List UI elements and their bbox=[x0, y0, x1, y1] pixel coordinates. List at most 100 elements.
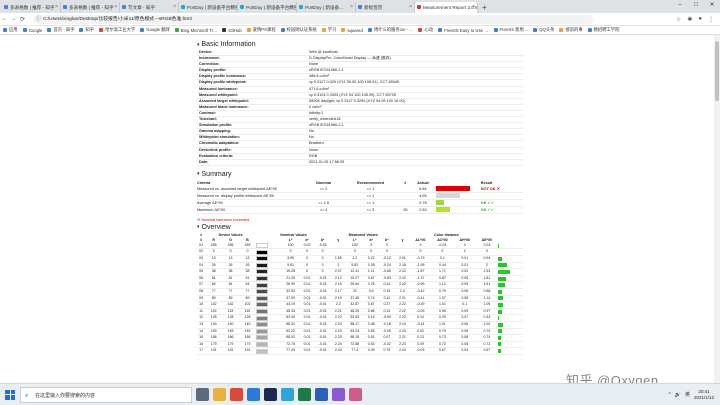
close-tab-icon[interactable]: × bbox=[409, 2, 412, 13]
overview-bar-cell bbox=[497, 295, 523, 303]
bookmark-item[interactable]: Google 翻译 bbox=[140, 27, 170, 33]
overview-cell: 0 bbox=[431, 248, 454, 256]
bookmark-item[interactable]: 知乎 bbox=[79, 27, 94, 33]
vertical-scrollbar[interactable] bbox=[714, 35, 720, 383]
close-tab-icon[interactable]: × bbox=[173, 2, 176, 13]
bookmark-item[interactable]: 心动 bbox=[418, 27, 433, 33]
tray-expand-icon[interactable]: ^ bbox=[668, 392, 670, 398]
overview-cell: -0.01 bbox=[314, 301, 332, 309]
taskbar-search-input[interactable]: ⌕ 在这里输入你要搜索的内容 bbox=[20, 386, 192, 403]
bookmark-item[interactable]: 学习 bbox=[321, 27, 336, 33]
chrome-icon[interactable] bbox=[230, 388, 243, 401]
browser-tab[interactable]: PortDuy | 新设备平台精密到…× bbox=[238, 2, 297, 13]
file-explorer-icon[interactable] bbox=[213, 388, 226, 401]
bookmark-item[interactable]: 校园网认证系统 bbox=[280, 27, 317, 33]
extensions-icon[interactable]: ✱ bbox=[687, 16, 692, 23]
app-icon[interactable] bbox=[332, 388, 345, 401]
overview-bar-cell bbox=[497, 262, 523, 270]
close-tab-icon[interactable]: × bbox=[350, 2, 353, 13]
overview-row: 11 115 115 115 48.34 0.01 -0.01 2.21 48.25 0.66 0.… bbox=[197, 308, 523, 316]
bookmark-item[interactable]: Bing Microsoft Tr… bbox=[174, 27, 218, 33]
task-view-icon[interactable] bbox=[196, 388, 209, 401]
overview-cell: 179 bbox=[205, 341, 223, 349]
forward-button[interactable]: → bbox=[9, 16, 18, 22]
maximize-button[interactable]: □ bbox=[688, 0, 704, 11]
overview-cell: 2.21 bbox=[395, 334, 410, 342]
bookmark-label: Bing Microsoft Tr… bbox=[180, 27, 218, 33]
summary-heading[interactable]: ▾ Summary bbox=[197, 171, 523, 178]
browser-tab[interactable]: PortDuy | 新设备… × bbox=[297, 2, 356, 13]
minimize-button[interactable]: – bbox=[672, 0, 688, 11]
close-tab-icon[interactable]: × bbox=[114, 2, 117, 13]
bookmark-item[interactable]: 爱情PS课程 bbox=[246, 27, 276, 33]
overview-cell: -0.02 bbox=[378, 341, 396, 349]
app-icon[interactable] bbox=[349, 388, 362, 401]
edge-icon[interactable] bbox=[281, 388, 294, 401]
close-tab-icon[interactable]: × bbox=[291, 2, 294, 13]
profile-icon[interactable]: ● bbox=[698, 16, 702, 23]
color-swatch bbox=[255, 282, 268, 288]
bookmark-item[interactable]: 哈尔滨工业大学 bbox=[99, 27, 135, 33]
bookmark-item[interactable]: 博什么的服务ion - … bbox=[367, 27, 413, 33]
bookmark-item[interactable]: QQ头条 bbox=[533, 27, 554, 33]
overview-cell: 0.1 bbox=[453, 301, 476, 309]
browser-tab[interactable]: Measurement Report 3.0.6.1 × bbox=[415, 2, 478, 13]
star-icon[interactable]: ☆ bbox=[676, 16, 681, 23]
browser-tab[interactable]: 多表格数 | 推荐 - 知乎 × bbox=[2, 2, 61, 13]
menu-icon[interactable]: ⋮ bbox=[708, 16, 714, 23]
summary-result: OK ✓✓ bbox=[480, 206, 523, 214]
overview-cell: 5.82 bbox=[345, 262, 365, 270]
overview-cell: 0.01 bbox=[299, 281, 315, 289]
tab-favicon-icon bbox=[299, 5, 303, 9]
overview-cell: -0.42 bbox=[409, 288, 432, 296]
bookmark-item[interactable]: Google bbox=[22, 28, 42, 33]
new-tab-button[interactable]: + bbox=[478, 2, 491, 13]
word-icon[interactable] bbox=[315, 388, 328, 401]
browser-tab[interactable]: 新标签页 × bbox=[356, 2, 415, 13]
delta-e-bar bbox=[497, 289, 502, 294]
overview-cell: 0.67 bbox=[364, 301, 379, 309]
scrollbar-thumb[interactable] bbox=[715, 41, 719, 101]
bookmark-item[interactable]: 接前的事 bbox=[559, 27, 583, 33]
overview-cell: 0.79 bbox=[378, 347, 396, 355]
overview-cell: 08 bbox=[197, 288, 206, 296]
overview-cell: 0.72 bbox=[431, 341, 454, 349]
excel-icon[interactable] bbox=[298, 388, 311, 401]
overview-cell: 0 bbox=[314, 255, 332, 263]
address-input[interactable]: ⓘ C:/Users/xinglue/Desktop/比较报告/小米11/原色模… bbox=[33, 14, 593, 24]
mail-icon[interactable] bbox=[247, 388, 260, 401]
overview-cell: 1.65 bbox=[331, 255, 346, 263]
bookmark-item[interactable]: GitHub bbox=[222, 28, 242, 33]
basic-info-heading[interactable]: ▾ Basic Information bbox=[197, 41, 523, 48]
summary-bar-cell bbox=[435, 192, 481, 200]
overview-swatch-cell bbox=[255, 328, 282, 336]
overview-cell: 153 bbox=[222, 328, 239, 336]
volume-icon[interactable]: 🔊 bbox=[675, 392, 681, 398]
close-tab-icon[interactable]: × bbox=[472, 2, 475, 13]
windows-start-icon[interactable] bbox=[3, 388, 17, 402]
close-tab-icon[interactable]: × bbox=[232, 2, 235, 13]
bookmark-item[interactable]: 首页 - 知乎 bbox=[47, 27, 74, 33]
close-tab-icon[interactable]: × bbox=[55, 2, 58, 13]
reload-button[interactable]: ⟳ bbox=[18, 16, 27, 23]
bookmark-item[interactable]: FreeSS Easy to Use … bbox=[438, 28, 489, 33]
overview-cell: 2.22 bbox=[395, 275, 410, 283]
overview-heading[interactable]: ▾ Overview bbox=[197, 224, 523, 231]
color-swatch bbox=[255, 249, 268, 255]
bookmark-item[interactable]: squared bbox=[341, 28, 363, 33]
browser-tab[interactable]: 写文章 - 知乎 × bbox=[120, 2, 179, 13]
bookmark-item[interactable]: 应用 bbox=[3, 27, 18, 33]
overview-cell: 102 bbox=[222, 301, 239, 309]
close-window-button[interactable]: ✕ bbox=[704, 0, 720, 11]
bookmark-item[interactable]: 教招聘工学院 bbox=[587, 27, 619, 33]
browser-tab[interactable]: 多表格数 | 推荐 - 知乎 × bbox=[61, 2, 120, 13]
bookmark-item[interactable]: FreeSS 新用… bbox=[493, 27, 528, 33]
color-swatch bbox=[255, 289, 268, 295]
browser-tab[interactable]: PortDuy | 新设备平台精密到…× bbox=[179, 2, 238, 13]
info-icon[interactable]: ⓘ bbox=[36, 15, 41, 24]
photoshop-icon[interactable] bbox=[264, 388, 277, 401]
clock[interactable]: 20:41 2021/1/12 bbox=[694, 389, 714, 401]
input-method-icon[interactable]: 英 bbox=[685, 391, 690, 398]
back-button[interactable]: ← bbox=[0, 16, 9, 22]
taskbar: ⌕ 在这里输入你要搜索的内容 ^ 🔊 英 20:41 2021/1/12 bbox=[0, 383, 720, 405]
